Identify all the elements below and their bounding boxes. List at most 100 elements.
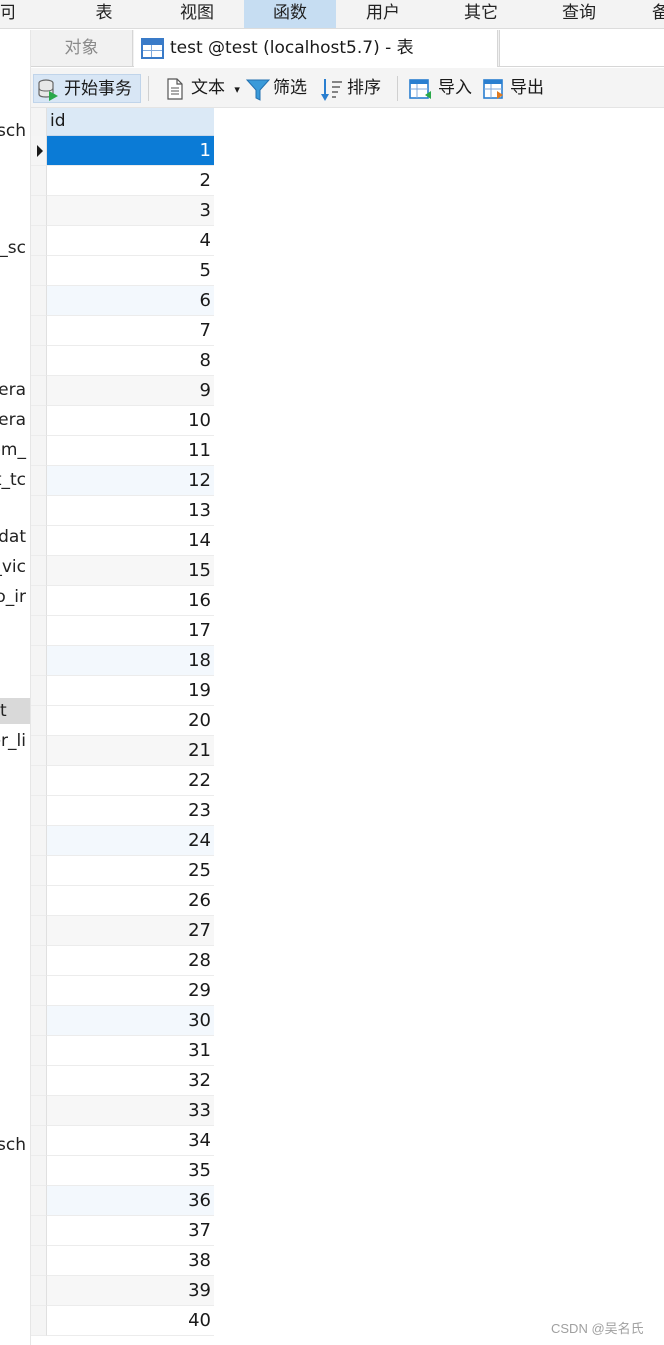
cell-id[interactable]: 15 (47, 556, 214, 586)
table-row[interactable]: 39 (31, 1276, 214, 1306)
row-indicator[interactable] (31, 346, 47, 376)
row-indicator[interactable] (31, 556, 47, 586)
cell-id[interactable]: 34 (47, 1126, 214, 1156)
tab-table-test[interactable]: test @test (localhost5.7) - 表 (134, 30, 498, 67)
cell-id[interactable]: 37 (47, 1216, 214, 1246)
row-indicator[interactable] (31, 1096, 47, 1126)
cell-id[interactable]: 7 (47, 316, 214, 346)
cell-id[interactable]: 4 (47, 226, 214, 256)
text-button[interactable]: 文本 ▾ (163, 74, 241, 103)
cell-id[interactable]: 26 (47, 886, 214, 916)
table-row[interactable]: 26 (31, 886, 214, 916)
cell-id[interactable]: 18 (47, 646, 214, 676)
export-button[interactable]: 导出 (482, 74, 550, 103)
row-indicator[interactable] (31, 436, 47, 466)
row-indicator[interactable] (31, 1036, 47, 1066)
tree-item[interactable]: e_sc (0, 235, 26, 261)
cell-id[interactable]: 19 (47, 676, 214, 706)
table-row[interactable]: 40 (31, 1306, 214, 1336)
table-row[interactable]: 30 (31, 1006, 214, 1036)
table-row[interactable]: 18 (31, 646, 214, 676)
row-indicator[interactable] (31, 646, 47, 676)
cell-id[interactable]: 14 (47, 526, 214, 556)
row-indicator[interactable] (31, 1276, 47, 1306)
table-row[interactable]: 5 (31, 256, 214, 286)
cell-id[interactable]: 29 (47, 976, 214, 1006)
table-row[interactable]: 31 (31, 1036, 214, 1066)
row-indicator[interactable] (31, 1066, 47, 1096)
row-indicator[interactable] (31, 1006, 47, 1036)
row-indicator[interactable] (31, 136, 47, 166)
cell-id[interactable]: 12 (47, 466, 214, 496)
table-row[interactable]: 21 (31, 736, 214, 766)
table-row[interactable]: 13 (31, 496, 214, 526)
table-row[interactable]: 37 (31, 1216, 214, 1246)
table-row[interactable]: 11 (31, 436, 214, 466)
cell-id[interactable]: 40 (47, 1306, 214, 1336)
row-indicator[interactable] (31, 496, 47, 526)
cell-id[interactable]: 39 (47, 1276, 214, 1306)
row-indicator[interactable] (31, 316, 47, 346)
cell-id[interactable]: 36 (47, 1186, 214, 1216)
cell-id[interactable]: 28 (47, 946, 214, 976)
begin-transaction-button[interactable]: 开始事务 (33, 74, 141, 103)
table-row[interactable]: 36 (31, 1186, 214, 1216)
cell-id[interactable]: 38 (47, 1246, 214, 1276)
cell-id[interactable]: 23 (47, 796, 214, 826)
row-indicator[interactable] (31, 766, 47, 796)
table-row[interactable]: 28 (31, 946, 214, 976)
table-row[interactable]: 17 (31, 616, 214, 646)
row-indicator[interactable] (31, 736, 47, 766)
cell-id[interactable]: 9 (47, 376, 214, 406)
tree-item[interactable]: dat (0, 524, 26, 550)
tree-item[interactable]: _vic (0, 554, 26, 580)
row-indicator[interactable] (31, 586, 47, 616)
table-row[interactable]: 3 (31, 196, 214, 226)
menu-item-view[interactable]: 视图 (151, 0, 243, 28)
table-row[interactable]: 23 (31, 796, 214, 826)
tree-item[interactable]: er_li (0, 728, 26, 754)
row-indicator[interactable] (31, 796, 47, 826)
sort-button[interactable]: 排序 (319, 74, 387, 103)
row-indicator[interactable] (31, 226, 47, 256)
tree-item[interactable]: lera (0, 377, 26, 403)
tree-item[interactable]: lera (0, 407, 26, 433)
tab-objects[interactable]: 对象 (31, 30, 133, 67)
table-row[interactable]: 25 (31, 856, 214, 886)
table-row[interactable]: 29 (31, 976, 214, 1006)
table-row[interactable]: 6 (31, 286, 214, 316)
row-indicator[interactable] (31, 946, 47, 976)
table-row[interactable]: 22 (31, 766, 214, 796)
cell-id[interactable]: 21 (47, 736, 214, 766)
cell-id[interactable]: 17 (47, 616, 214, 646)
column-header-id[interactable]: id (47, 108, 214, 136)
table-row[interactable]: 38 (31, 1246, 214, 1276)
row-indicator[interactable] (31, 1156, 47, 1186)
row-indicator[interactable] (31, 706, 47, 736)
table-row[interactable]: 35 (31, 1156, 214, 1186)
cell-id[interactable]: 3 (47, 196, 214, 226)
cell-id[interactable]: 5 (47, 256, 214, 286)
table-row[interactable]: 20 (31, 706, 214, 736)
row-indicator[interactable] (31, 886, 47, 916)
table-row[interactable]: 16 (31, 586, 214, 616)
table-row[interactable]: 12 (31, 466, 214, 496)
cell-id[interactable]: 25 (47, 856, 214, 886)
table-row[interactable]: 10 (31, 406, 214, 436)
row-indicator[interactable] (31, 916, 47, 946)
cell-id[interactable]: 16 (47, 586, 214, 616)
row-indicator[interactable] (31, 406, 47, 436)
row-indicator[interactable] (31, 1126, 47, 1156)
menu-item-table[interactable]: 表 (58, 0, 150, 28)
table-row[interactable]: 32 (31, 1066, 214, 1096)
menu-item-backup-partial[interactable]: 备 (652, 0, 664, 28)
cell-id[interactable]: 35 (47, 1156, 214, 1186)
cell-id[interactable]: 1 (47, 136, 214, 166)
row-indicator[interactable] (31, 526, 47, 556)
table-row[interactable]: 34 (31, 1126, 214, 1156)
menu-item-function-partial[interactable]: 可 (0, 0, 14, 28)
tree-item[interactable]: _sch (0, 118, 26, 144)
cell-id[interactable]: 6 (47, 286, 214, 316)
cell-id[interactable]: 10 (47, 406, 214, 436)
table-row[interactable]: 33 (31, 1096, 214, 1126)
